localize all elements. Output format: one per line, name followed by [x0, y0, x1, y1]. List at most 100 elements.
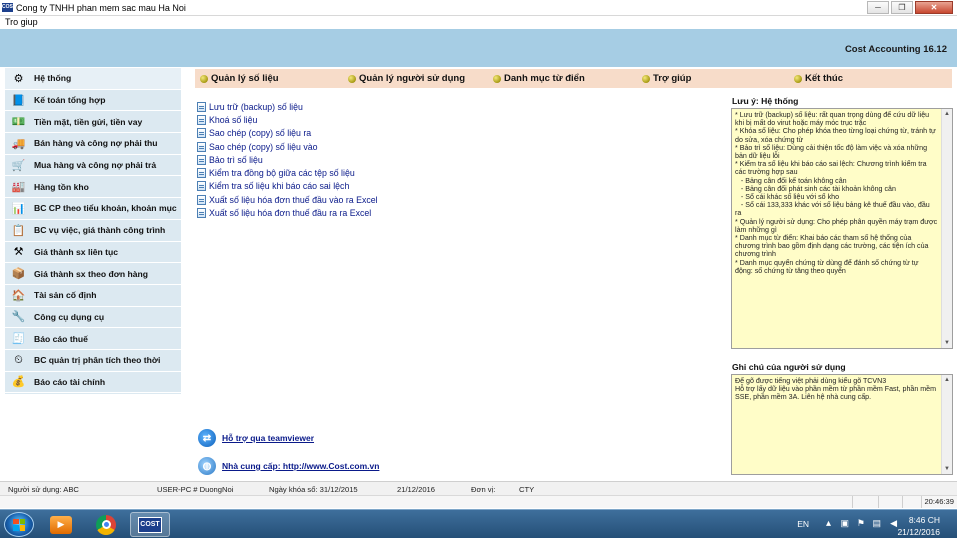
- tray-up-arrow-icon[interactable]: ▴: [826, 518, 831, 529]
- menu-bar: Tro giup: [0, 16, 957, 29]
- document-icon: [197, 168, 206, 179]
- maximize-button[interactable]: ❐: [891, 1, 913, 14]
- windows-taskbar: ▶ COST EN ▴ ▣ ⚑ ▤ ◀ 8:46 CH 21/12/2016: [0, 509, 957, 538]
- window-title: Cong ty TNHH phan mem sac mau Ha Noi: [16, 2, 186, 13]
- sidebar-item-7[interactable]: 📊 BC CP theo tiểu khoản, khoản mục: [5, 198, 181, 220]
- status-lock-date: Ngày khóa sổ: 31/12/2015: [269, 485, 358, 494]
- status-machine: USER-PC # DuongNoi: [157, 485, 234, 494]
- cash-icon: 💵: [11, 116, 26, 129]
- minimize-button[interactable]: ─: [867, 1, 889, 14]
- status-user: Người sử dụng: ABC: [8, 485, 79, 494]
- sidebar-item-1[interactable]: ⚙ Hệ thống: [5, 68, 181, 90]
- provider-label: Nhà cung cấp: http://www.Cost.com.vn: [222, 461, 380, 471]
- top-nav-label: Quản lý người sử dụng: [359, 73, 466, 84]
- sidebar-item-9[interactable]: ⚒ Giá thành sx liên tục: [5, 242, 181, 264]
- window-controls: ─ ❐ ✕: [867, 1, 953, 14]
- top-nav-item-1[interactable]: Quản lý số liệu: [200, 73, 279, 84]
- top-nav-item-5[interactable]: Kết thúc: [794, 73, 843, 84]
- sidebar-item-label: Tài sản cố định: [34, 290, 97, 301]
- bottom-status-strip: 20:46:39: [0, 495, 957, 508]
- chrome-button[interactable]: [86, 512, 126, 537]
- function-list: Lưu trữ (backup) số liệu Khoá số liệu Sao …: [197, 100, 378, 220]
- document-icon: [197, 208, 206, 219]
- function-label: Kiểm tra số liệu khi báo cáo sai lệch: [209, 181, 350, 192]
- sidebar-item-15[interactable]: 💰 Báo cáo tài chính: [5, 372, 181, 394]
- sidebar-item-label: Báo cáo thuế: [34, 333, 88, 344]
- sidebar-item-8[interactable]: 📋 BC vụ việc, giá thành công trình: [5, 220, 181, 242]
- tax-icon: 🧾: [11, 333, 26, 346]
- sidebar-item-5[interactable]: 🛒 Mua hàng và công nợ phải trả: [5, 155, 181, 177]
- volume-icon[interactable]: ◀: [890, 518, 897, 529]
- sidebar-item-2[interactable]: 📘 Kế toán tổng hợp: [5, 90, 181, 112]
- scroll-down-icon[interactable]: ▼: [942, 338, 952, 348]
- sidebar-item-3[interactable]: 💵 Tiền mặt, tiền gửi, tiền vay: [5, 111, 181, 134]
- warehouse-icon: 🏭: [11, 181, 26, 194]
- sidebar-item-11[interactable]: 🏠 Tài sản cố định: [5, 285, 181, 307]
- sidebar-item-6[interactable]: 🏭 Hàng tồn kho: [5, 176, 181, 199]
- bullet-icon: [794, 74, 802, 83]
- close-button[interactable]: ✕: [915, 1, 953, 14]
- production-icon: ⚒: [13, 246, 24, 259]
- scroll-down-icon[interactable]: ▼: [942, 464, 952, 474]
- function-item-4[interactable]: Sao chép (copy) số liệu vào: [197, 140, 378, 153]
- report-icon: 📊: [11, 202, 26, 215]
- finance-icon: 💰: [11, 376, 26, 389]
- sidebar-item-14[interactable]: ⏲ BC quản trị phân tích theo thời: [5, 350, 181, 372]
- function-item-7[interactable]: Kiểm tra số liệu khi báo cáo sai lệch: [197, 180, 378, 193]
- sidebar-item-12[interactable]: 🔧 Công cụ dụng cụ: [5, 307, 181, 329]
- sidebar-item-13[interactable]: 🧾 Báo cáo thuế: [5, 328, 181, 350]
- notes-scrollbar[interactable]: ▲ ▼: [941, 109, 952, 348]
- function-item-6[interactable]: Kiểm tra đồng bộ giữa các tệp số liệu: [197, 166, 378, 179]
- tray-app-icon[interactable]: ▣: [840, 518, 849, 529]
- language-indicator[interactable]: EN: [797, 519, 809, 529]
- function-item-8[interactable]: Xuất số liệu hóa đơn thuế đầu vào ra Exc…: [197, 193, 378, 206]
- start-button[interactable]: [4, 512, 34, 537]
- top-nav-item-4[interactable]: Trợ giúp: [642, 73, 691, 84]
- top-nav-item-2[interactable]: Quản lý người sử dụng: [348, 73, 465, 84]
- status-clock: 20:46:39: [924, 497, 954, 506]
- document-icon: [197, 114, 206, 125]
- app-logo-icon: COST: [2, 3, 16, 12]
- function-item-5[interactable]: Bảo trì số liệu: [197, 153, 378, 166]
- function-label: Khoá số liệu: [209, 114, 258, 125]
- sidebar-item-label: Hàng tồn kho: [34, 181, 89, 192]
- scroll-up-icon[interactable]: ▲: [942, 375, 952, 385]
- user-notes-text: Để gõ được tiếng việt phải dùng kiểu gõ …: [735, 377, 937, 402]
- sidebar-item-4[interactable]: 🚚 Bán hàng và công nợ phải thu: [5, 133, 181, 155]
- user-notes-scrollbar[interactable]: ▲ ▼: [941, 375, 952, 474]
- app-name: Cost Accounting 16.12: [844, 44, 947, 55]
- media-player-button[interactable]: ▶: [41, 512, 81, 537]
- status-unit-label: Đơn vị:: [471, 485, 496, 494]
- function-label: Sao chép (copy) số liệu ra: [209, 128, 312, 139]
- system-notes-box[interactable]: * Lưu trữ (backup) số liệu: rất quan trọ…: [731, 108, 953, 349]
- teamviewer-support-link[interactable]: ⇄ Hỗ trợ qua teamviewer: [198, 429, 314, 447]
- function-item-2[interactable]: Khoá số liệu: [197, 113, 378, 126]
- menu-help[interactable]: Tro giup: [5, 17, 38, 27]
- sidebar-item-label: Công cụ dụng cụ: [34, 311, 105, 322]
- module-sidebar: ⚙ Hệ thống 📘 Kế toán tổng hợp 💵 Tiền mặt, tiề…: [5, 68, 181, 394]
- function-item-3[interactable]: Sao chép (copy) số liệu ra: [197, 127, 378, 140]
- status-unit: CTY: [519, 485, 535, 494]
- windows-logo-icon: [13, 518, 25, 531]
- notes-title: Lưu ý: Hệ thống: [732, 96, 799, 106]
- provider-link[interactable]: ◍ Nhà cung cấp: http://www.Cost.com.vn: [198, 457, 379, 475]
- cost-app-button[interactable]: COST: [130, 512, 170, 537]
- clock-chart-icon: ⏲: [14, 353, 23, 366]
- function-item-1[interactable]: Lưu trữ (backup) số liệu: [197, 100, 378, 113]
- document-icon: [197, 194, 206, 205]
- cost-app-icon: COST: [138, 516, 162, 533]
- function-item-9[interactable]: Xuất số liệu hóa đơn thuế đầu ra ra Exce…: [197, 206, 378, 219]
- sidebar-item-label: Giá thành sx theo đơn hàng: [34, 268, 149, 279]
- sidebar-item-10[interactable]: 📦 Giá thành sx theo đơn hàng: [5, 263, 181, 285]
- network-icon[interactable]: ▤: [872, 518, 881, 529]
- cart-icon: 🛒: [11, 159, 26, 172]
- top-nav-label: Kết thúc: [805, 73, 843, 84]
- scroll-up-icon[interactable]: ▲: [942, 109, 952, 119]
- top-nav-item-3[interactable]: Danh mục từ điển: [493, 73, 585, 84]
- taskbar-time: 8:46 CH: [908, 515, 940, 525]
- function-label: Xuất số liệu hóa đơn thuế đầu ra ra Exce…: [209, 208, 372, 219]
- flag-icon[interactable]: ⚑: [857, 518, 865, 529]
- user-notes-box[interactable]: Để gõ được tiếng việt phải dùng kiểu gõ …: [731, 374, 953, 475]
- window-title-bar: COST Cong ty TNHH phan mem sac mau Ha No…: [0, 0, 957, 16]
- document-icon: [197, 128, 206, 139]
